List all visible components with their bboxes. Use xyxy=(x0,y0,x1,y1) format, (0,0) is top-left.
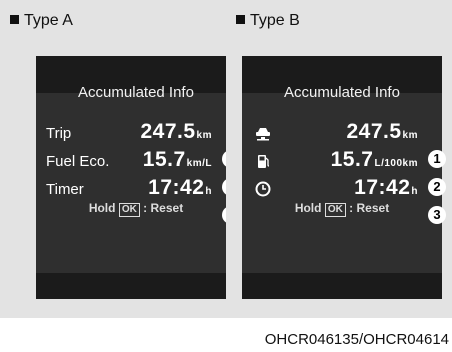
type-a-display-screen: Accumulated Info Trip 247.5km Fuel Eco. … xyxy=(36,56,236,299)
fuel-economy-unit: L/100km xyxy=(374,158,418,169)
trip-car-icon xyxy=(256,128,270,141)
hold-text: Hold xyxy=(88,201,116,215)
timer-value-group: 17:42h xyxy=(148,176,212,200)
callout-marker-3: 3 xyxy=(428,206,446,224)
fuel-economy-unit: km/L xyxy=(186,158,212,169)
fuel-economy-value-group: 15.7L/100km xyxy=(331,148,418,172)
timer-row: 17:42h xyxy=(242,175,442,203)
timer-unit: h xyxy=(411,186,418,197)
type-b-heading-text: Type B xyxy=(250,12,300,29)
ok-key-badge: OK xyxy=(118,203,140,217)
trip-value-group: 247.5km xyxy=(140,120,212,144)
type-b-display-screen: Accumulated Info 247.5km 15.7L/100km 17:… xyxy=(242,56,442,299)
trip-value: 247.5 xyxy=(346,120,402,143)
clock-icon xyxy=(255,181,271,197)
trip-value: 247.5 xyxy=(140,120,196,143)
hold-reset-hint: Hold OK : Reset xyxy=(242,201,442,217)
trip-label: Trip xyxy=(46,125,72,142)
type-a-heading-text: Type A xyxy=(24,12,73,29)
hold-reset-hint: Hold OK : Reset xyxy=(36,201,236,217)
type-b-heading: Type B xyxy=(236,12,300,30)
reset-text: : Reset xyxy=(349,201,390,215)
callout-marker-1: 1 xyxy=(428,150,446,168)
figure-code-caption: OHCR046135/OHCR04614 xyxy=(264,331,449,348)
timer-value: 17:42 xyxy=(148,176,205,199)
timer-row: Timer 17:42h xyxy=(36,175,236,203)
callout-marker-2: 2 xyxy=(428,178,446,196)
square-bullet-icon xyxy=(236,15,245,24)
timer-value: 17:42 xyxy=(354,176,411,199)
trip-row: Trip 247.5km xyxy=(36,119,236,147)
trip-unit: km xyxy=(196,130,212,141)
fuel-economy-label: Fuel Eco. xyxy=(46,153,110,170)
fuel-economy-value: 15.7 xyxy=(142,148,186,171)
fuel-economy-row: Fuel Eco. 15.7km/L xyxy=(36,147,236,175)
fuel-economy-value-group: 15.7km/L xyxy=(143,148,212,172)
timer-value-group: 17:42h xyxy=(354,176,418,200)
fuel-economy-value: 15.7 xyxy=(330,148,374,171)
hold-text: Hold xyxy=(294,201,322,215)
type-a-panel: Type A Accumulated Info Trip 247.5km Fue… xyxy=(0,0,240,318)
type-a-heading: Type A xyxy=(10,12,73,30)
trip-unit: km xyxy=(402,130,418,141)
reset-text: : Reset xyxy=(143,201,184,215)
trip-row: 247.5km xyxy=(242,119,442,147)
timer-unit: h xyxy=(205,186,212,197)
accumulated-info-title: Accumulated Info xyxy=(78,84,194,101)
fuel-pump-icon xyxy=(258,155,270,168)
type-b-panel: Type B Accumulated Info 247.5km 15.7L/10… xyxy=(226,0,452,318)
accumulated-info-title: Accumulated Info xyxy=(284,84,400,101)
ok-key-badge: OK xyxy=(324,203,346,217)
timer-label: Timer xyxy=(46,181,84,198)
trip-value-group: 247.5km xyxy=(346,120,418,144)
fuel-economy-row: 15.7L/100km xyxy=(242,147,442,175)
square-bullet-icon xyxy=(10,15,19,24)
